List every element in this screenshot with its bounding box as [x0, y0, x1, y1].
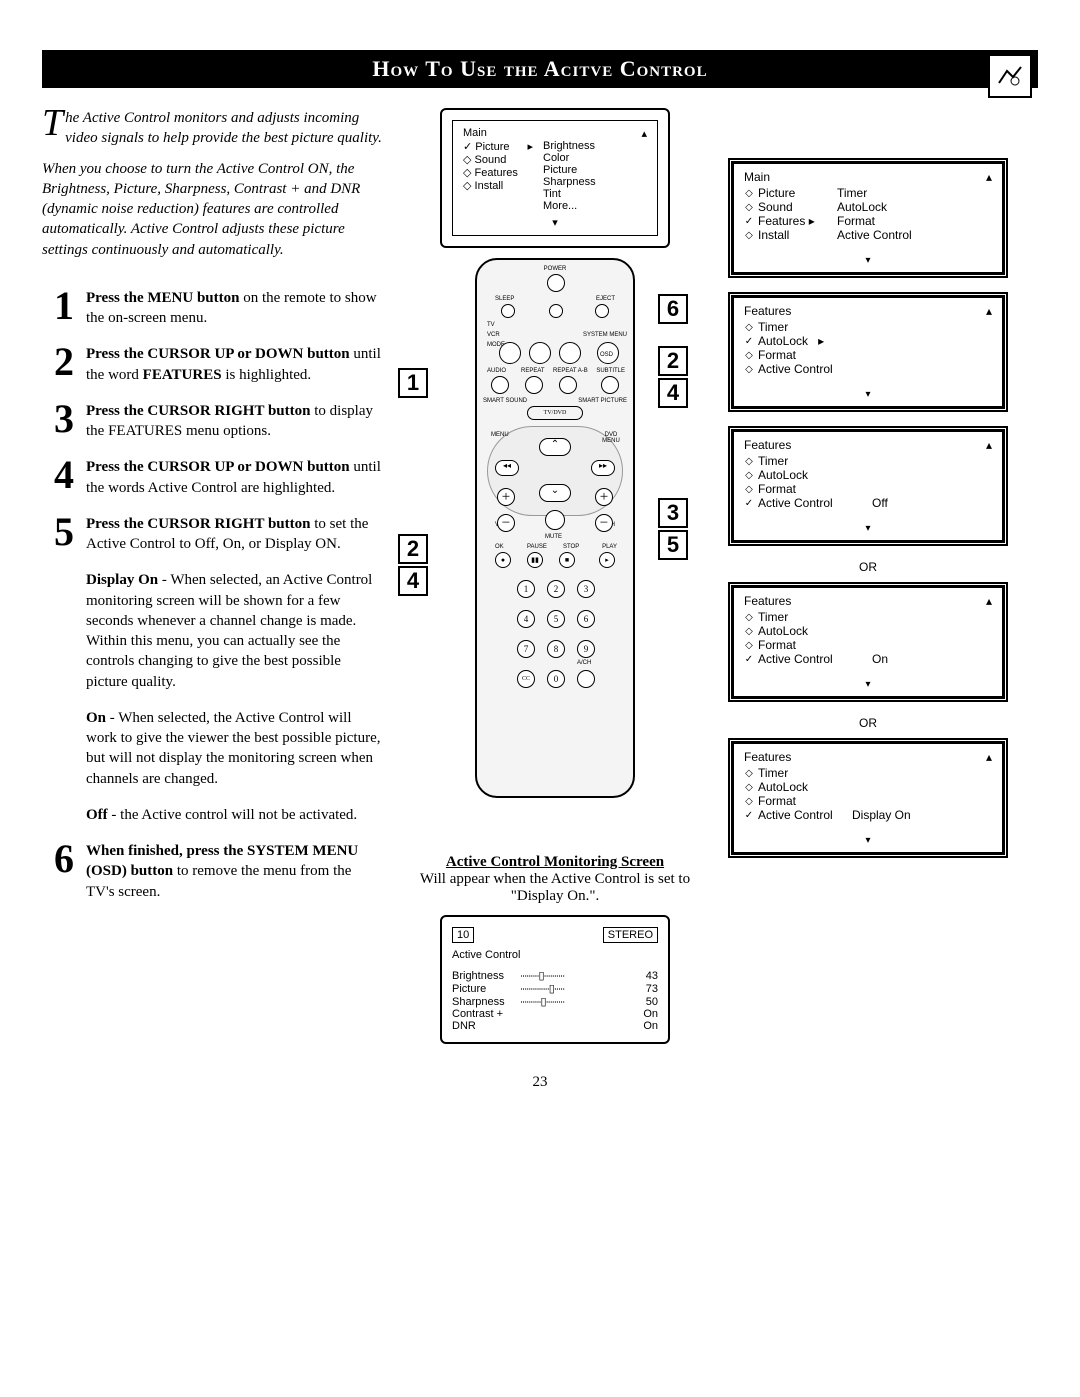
- osd-features-display-on: Features▴ ◇Timer ◇AutoLock ◇Format ✓Acti…: [728, 738, 1008, 858]
- callout-5: 5: [658, 530, 688, 560]
- page-title: How To Use the Acitve Control: [372, 56, 707, 82]
- osd-features-on: Features▴ ◇Timer ◇AutoLock ◇Format ✓Acti…: [728, 582, 1008, 702]
- page-number: 23: [42, 1074, 1038, 1091]
- callout-1: 1: [398, 368, 428, 398]
- or-label-2: OR: [728, 716, 1008, 730]
- intro-paragraph-1: The Active Control monitors and adjusts …: [42, 108, 382, 149]
- callout-2r: 2: [658, 346, 688, 376]
- header-icon: [988, 54, 1032, 98]
- sub-display-on: Display On - When selected, an Active Co…: [86, 570, 382, 692]
- osd-features-autolock: Features▴ ◇Timer ✓AutoLock ▸ ◇Format ◇Ac…: [728, 292, 1008, 412]
- monitoring-label: Active Control Monitoring Screen Will ap…: [400, 854, 710, 905]
- step-3: 3 Press the CURSOR RIGHT button to displ…: [42, 401, 382, 442]
- callout-3: 3: [658, 498, 688, 528]
- sub-off: Off - the Active control will not be act…: [86, 805, 382, 825]
- remote-diagram: POWER SLEEP EJECT TV VCR MODE SYSTEM MEN…: [475, 258, 635, 798]
- header-bar: How To Use the Acitve Control: [42, 50, 1038, 88]
- callout-4l: 4: [398, 566, 428, 596]
- step-4: 4 Press the CURSOR UP or DOWN button unt…: [42, 457, 382, 498]
- step-2: 2 Press the CURSOR UP or DOWN button unt…: [42, 344, 382, 385]
- step-1: 1 Press the MENU button on the remote to…: [42, 288, 382, 329]
- intro-paragraph-2: When you choose to turn the Active Contr…: [42, 159, 382, 260]
- sub-on: On - When selected, the Active Control w…: [86, 708, 382, 789]
- step-6: 6 When finished, press the SYSTEM MENU (…: [42, 841, 382, 902]
- osd-main: Main▴ ◇PictureTimer ◇SoundAutoLock ✓Feat…: [728, 158, 1008, 278]
- osd-column: Main▴ ◇PictureTimer ◇SoundAutoLock ✓Feat…: [728, 108, 1008, 1044]
- monitoring-screen: 10STEREO Active Control Brightness∙∙∙∙∙∙…: [440, 915, 670, 1044]
- osd-picture-screen: Main▴ ✓ Picture▸ ◇ Sound ◇ Features ◇ In…: [440, 108, 670, 248]
- remote-column: Main▴ ✓ Picture▸ ◇ Sound ◇ Features ◇ In…: [400, 108, 710, 1044]
- step-5: 5 Press the CURSOR RIGHT button to set t…: [42, 514, 382, 555]
- or-label-1: OR: [728, 560, 1008, 574]
- callout-4r: 4: [658, 378, 688, 408]
- callout-2l: 2: [398, 534, 428, 564]
- osd-features-off: Features▴ ◇Timer ◇AutoLock ◇Format ✓Acti…: [728, 426, 1008, 546]
- callout-6: 6: [658, 294, 688, 324]
- instructions-column: The Active Control monitors and adjusts …: [42, 108, 382, 1044]
